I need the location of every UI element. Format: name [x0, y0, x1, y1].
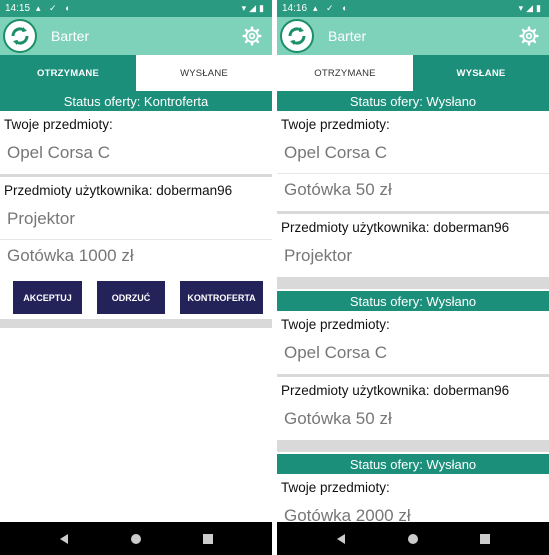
offer-separator	[277, 277, 549, 289]
list-item: Projektor	[284, 246, 353, 265]
list-item: Opel Corsa C	[7, 143, 110, 162]
back-triangle-icon[interactable]	[57, 532, 71, 546]
offers-list[interactable]: Status ofery: Wysłano Twoje przedmioty: …	[277, 91, 549, 522]
user-items-label: Przedmioty użytkownika: doberman96	[281, 383, 510, 398]
list-item: Gotówka 50 zł	[284, 180, 392, 199]
refresh-arrows-icon	[280, 19, 314, 53]
offer-status-header: Status ofery: Wysłano	[277, 291, 549, 311]
gear-icon[interactable]	[518, 25, 540, 47]
system-nav-bar	[0, 522, 272, 555]
recents-square-icon[interactable]	[201, 532, 215, 546]
status-bar: 14:15 ▴ ✓ ◐ ▾◢▮	[0, 0, 272, 17]
signal-battery-icons: ▾◢▮	[518, 3, 544, 13]
tab-sent[interactable]: WYSŁANE	[136, 55, 272, 91]
signal-battery-icons: ▾◢▮	[241, 3, 267, 13]
tab-received[interactable]: OTRZYMANE	[0, 55, 136, 91]
status-time: 14:15	[5, 3, 31, 14]
offers-list[interactable]: Status oferty: Kontroferta Twoje przedmi…	[0, 91, 272, 522]
tab-bar: OTRZYMANE WYSŁANE	[0, 55, 272, 91]
accept-button[interactable]: AKCEPTUJ	[13, 281, 82, 314]
user-items-label: Przedmioty użytkownika: doberman96	[281, 220, 510, 235]
offer-separator	[0, 319, 272, 328]
home-circle-icon[interactable]	[129, 532, 143, 546]
gear-icon[interactable]	[241, 25, 263, 47]
offer-status-header: Status ofery: Wysłano	[277, 91, 549, 111]
your-items-label: Twoje przedmioty:	[281, 117, 390, 132]
tab-sent[interactable]: WYSŁANE	[413, 55, 549, 91]
list-item: Opel Corsa C	[284, 343, 387, 362]
app-title: Barter	[328, 28, 367, 44]
app-bar: Barter	[0, 17, 272, 55]
system-nav-bar	[277, 522, 549, 555]
your-items-label: Twoje przedmioty:	[281, 480, 390, 495]
offer-status-header: Status ofery: Wysłano	[277, 454, 549, 474]
counteroffer-button[interactable]: KONTROFERTA	[180, 281, 263, 314]
offer-status-header: Status oferty: Kontroferta	[0, 91, 272, 111]
app-bar: Barter	[277, 17, 549, 55]
tab-bar: OTRZYMANE WYSŁANE	[277, 55, 549, 91]
offer-separator	[277, 440, 549, 452]
status-time: 14:16	[282, 3, 308, 14]
your-items-label: Twoje przedmioty:	[4, 117, 113, 132]
list-item: Projektor	[0, 203, 272, 240]
reject-button[interactable]: ODRZUĆ	[97, 281, 165, 314]
notification-icons: ▴ ✓ ◐	[36, 3, 74, 13]
list-item: Gotówka 2000 zł	[284, 506, 411, 522]
list-item: Gotówka 50 zł	[284, 409, 392, 428]
list-item: Gotówka 1000 zł	[7, 246, 134, 265]
your-items-label: Twoje przedmioty:	[281, 317, 390, 332]
phone-screen-sent: 14:16 ▴ ✓ ◐ ▾◢▮ Barter OTRZYMANE WYSŁANE…	[277, 0, 549, 555]
app-title: Barter	[51, 28, 90, 44]
offer-actions: AKCEPTUJ ODRZUĆ KONTROFERTA	[0, 277, 272, 317]
recents-square-icon[interactable]	[478, 532, 492, 546]
notification-icons: ▴ ✓ ◐	[313, 3, 351, 13]
user-items-label: Przedmioty użytkownika: doberman96	[4, 183, 233, 198]
tab-received[interactable]: OTRZYMANE	[277, 55, 413, 91]
list-item: Opel Corsa C	[277, 137, 549, 174]
status-bar: 14:16 ▴ ✓ ◐ ▾◢▮	[277, 0, 549, 17]
refresh-arrows-icon	[3, 19, 37, 53]
home-circle-icon[interactable]	[406, 532, 420, 546]
phone-screen-received: 14:15 ▴ ✓ ◐ ▾◢▮ Barter OTRZYMANE WYSŁANE…	[0, 0, 272, 555]
back-triangle-icon[interactable]	[334, 532, 348, 546]
